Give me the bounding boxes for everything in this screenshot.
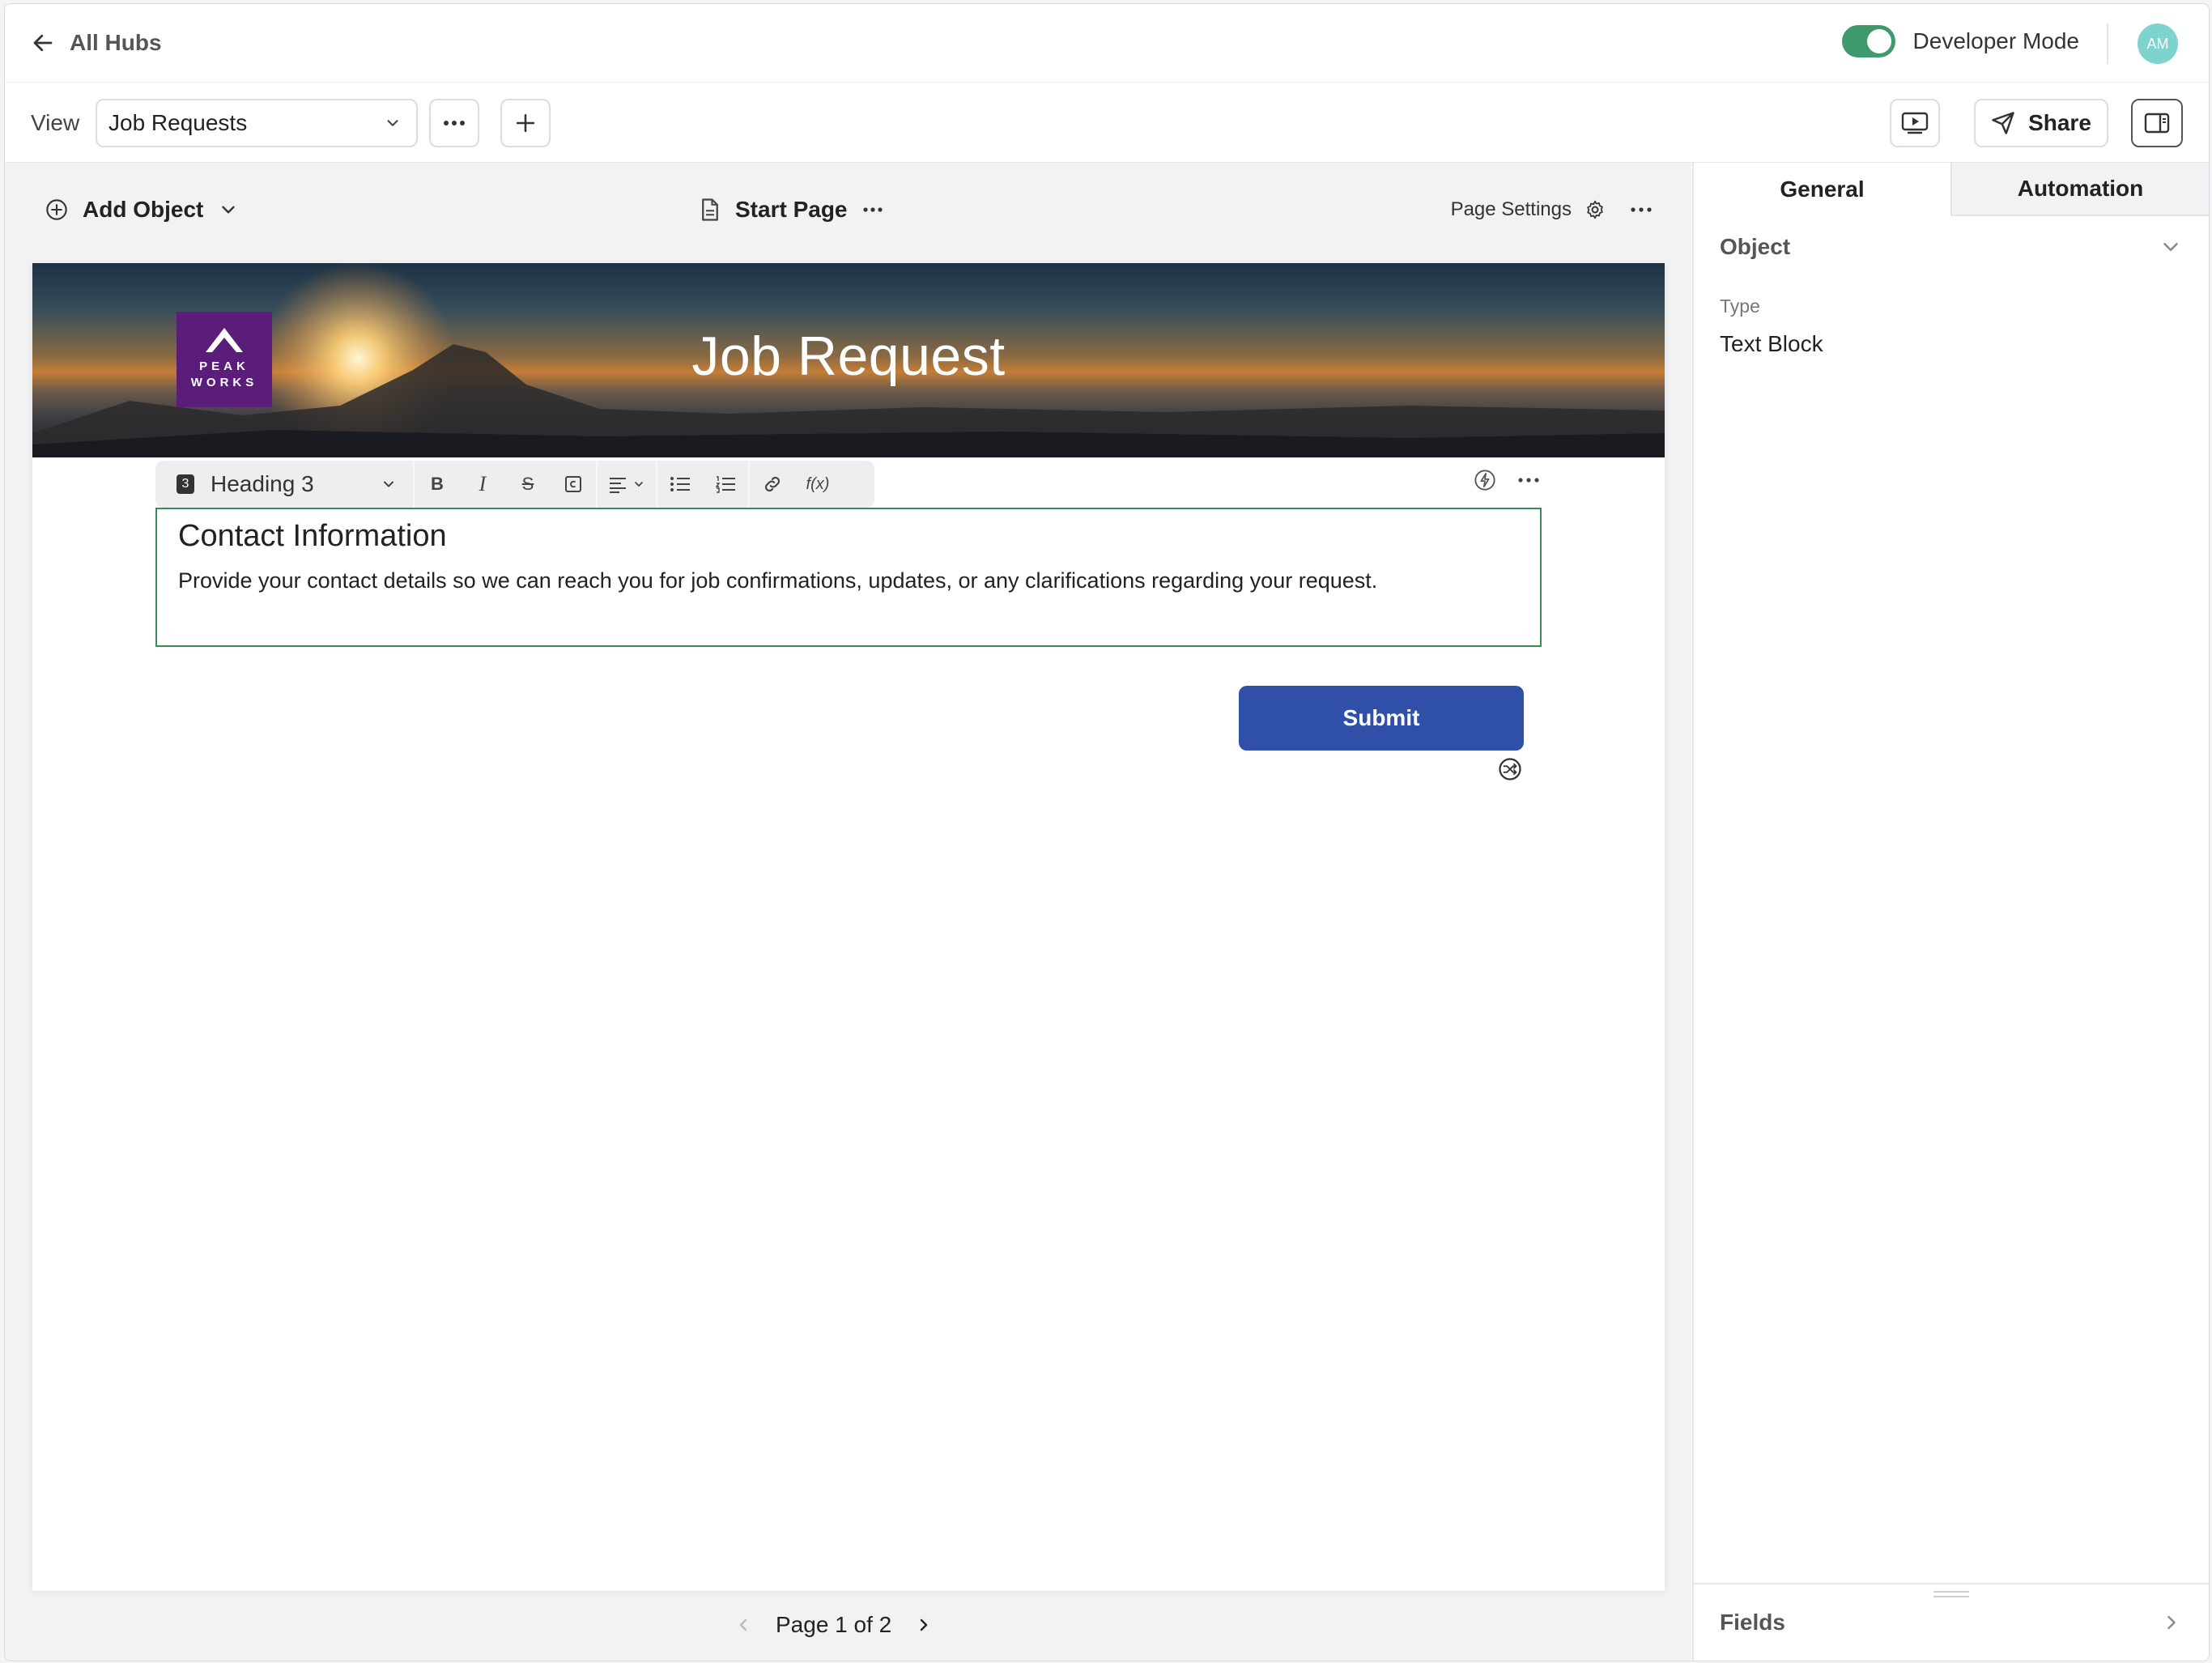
chevron-down-icon [222,206,236,214]
align-select[interactable] [598,461,656,508]
align-left-icon [610,478,626,493]
numbered-list-button[interactable] [703,461,748,508]
tab-automation[interactable]: Automation [1950,163,2209,216]
document-icon [702,198,718,221]
type-field-label: Type [1720,296,1760,317]
strikethrough-button[interactable]: S [505,461,551,508]
type-field-value: Text Block [1720,331,1823,356]
more-horizontal-icon[interactable] [1630,206,1653,213]
bullet-list-button[interactable] [657,461,703,508]
top-header: All Hubs Developer Mode AM [5,4,2209,83]
form-page: PEAKWORKS Job Request 3 Heading 3 B I S [32,263,1665,1591]
plus-circle-icon [46,199,67,220]
canvas-toolbar: Add Object Start Page Page Settings [5,187,1691,244]
code-button[interactable] [551,461,596,508]
function-button[interactable]: f(x) [795,461,840,508]
add-object-label: Add Object [83,197,204,222]
developer-mode-toggle[interactable] [1841,25,1895,57]
editor-canvas: Add Object Start Page Page Settings PEAK… [5,163,1691,1661]
share-label: Share [2028,110,2091,135]
chevron-down-icon [2163,243,2178,251]
back-label: All Hubs [70,30,162,55]
gear-icon[interactable] [1585,199,1606,220]
tab-general[interactable]: General [1694,163,1950,216]
fields-section-label: Fields [1720,1610,1785,1635]
page-indicator: Page 1 of 2 [776,1612,892,1637]
link-icon [764,476,781,492]
resize-grip[interactable] [1933,1591,1969,1597]
submit-button[interactable]: Submit [1239,686,1524,751]
header-divider [2107,23,2108,64]
add-view-button[interactable] [500,99,551,147]
block-actions [1474,469,1540,491]
back-to-hubs-link[interactable]: All Hubs [31,23,162,62]
preview-play-icon [1901,112,1929,134]
contact-info-text-block[interactable]: Contact Information Provide your contact… [155,508,1542,647]
shuffle-circle-icon [1499,758,1521,780]
object-section-label: Object [1720,234,1791,259]
plus-icon [516,113,535,133]
heading-number-badge: 3 [177,474,194,494]
page-selector[interactable]: Start Page [700,197,883,223]
page-settings: Page Settings [1451,198,1653,221]
view-more-button[interactable] [429,99,479,147]
add-object-button[interactable]: Add Object [45,197,239,223]
page-pagination: Page 1 of 2 [734,1612,934,1638]
text-block-body[interactable]: Provide your contact details so we can r… [178,568,1519,593]
fields-section-toggle[interactable]: Fields [1694,1583,2209,1661]
toggle-panel-button[interactable] [2131,99,2183,147]
object-section-toggle[interactable]: Object [1720,234,2183,260]
bold-button[interactable]: B [415,461,460,508]
more-horizontal-icon[interactable] [862,206,883,213]
user-avatar[interactable]: AM [2138,23,2178,64]
view-bar: View Job Requests Share [5,83,2209,163]
heading-level-label: Heading 3 [211,471,314,496]
lightning-circle-icon[interactable] [1474,469,1496,491]
bullet-list-icon [670,477,690,491]
preview-button[interactable] [1890,99,1940,147]
app-window: All Hubs Developer Mode AM View Job Requ… [4,3,2210,1661]
chevron-left-icon[interactable] [734,1614,753,1636]
text-format-toolbar: 3 Heading 3 B I S f(x) [155,461,874,508]
chevron-right-icon[interactable] [914,1614,934,1636]
view-select[interactable]: Job Requests [96,99,418,147]
page-name: Start Page [735,197,848,222]
more-horizontal-icon [444,121,465,125]
developer-mode-control: Developer Mode [1841,25,2079,57]
chevron-down-icon [384,481,393,487]
more-horizontal-icon[interactable] [1517,477,1540,483]
sidebar-panel-icon [2144,113,2170,134]
header-banner: PEAK WORKS Job Request [32,263,1665,457]
heading-level-select[interactable]: 3 Heading 3 [155,461,413,508]
developer-mode-label: Developer Mode [1912,28,2079,53]
banner-title: Job Request [691,325,1006,387]
submit-logic-toggle[interactable] [1498,757,1522,785]
chevron-down-icon [387,120,398,126]
view-label: View [31,110,80,135]
arrow-left-icon [33,34,53,52]
view-select-value: Job Requests [108,110,248,135]
chevron-down-icon [635,482,643,487]
properties-panel: General Automation Object Type Text Bloc… [1692,163,2209,1661]
code-box-icon [565,476,581,492]
link-button[interactable] [750,461,795,508]
page-settings-button[interactable]: Page Settings [1451,198,1572,221]
send-icon [1992,112,2014,134]
italic-button[interactable]: I [460,461,505,508]
numbered-list-icon [715,476,735,493]
panel-tabs: General Automation [1694,163,2209,216]
chevron-right-icon [2167,1615,2176,1630]
share-button[interactable]: Share [1974,99,2108,147]
text-block-heading[interactable]: Contact Information [178,519,1519,554]
